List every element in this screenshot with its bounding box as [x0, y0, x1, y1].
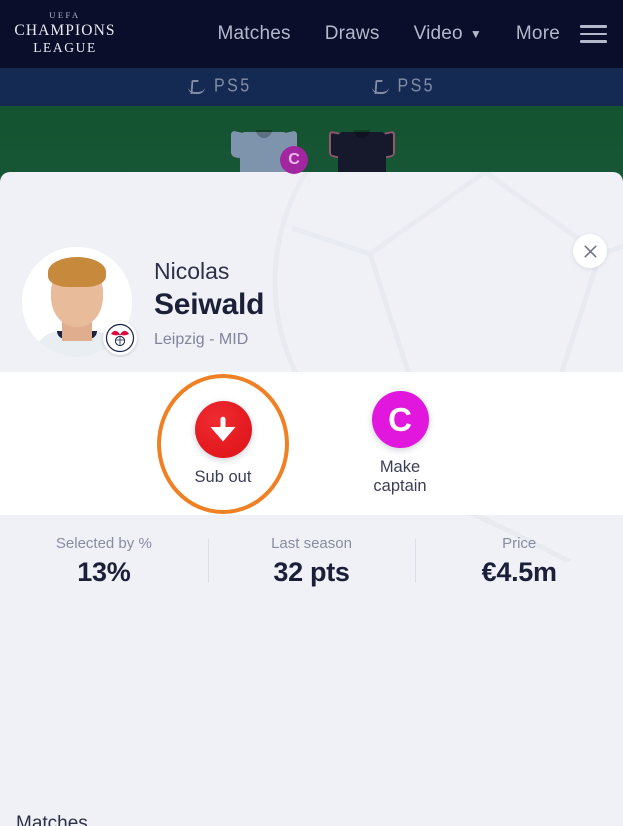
make-captain-label: Make captain	[373, 458, 426, 496]
logo-champions-text: CHAMPIONS	[14, 22, 116, 40]
player-actions-row: Sub out C Make captain	[0, 372, 623, 515]
player-first-name: Nicolas	[154, 258, 230, 285]
nav-item-video[interactable]: Video ▼	[414, 23, 482, 45]
stat-selected-by: Selected by % 13%	[0, 535, 208, 588]
sub-out-label: Sub out	[194, 467, 252, 486]
nav-links: Matches Draws Video ▼ More	[130, 23, 623, 45]
rb-leipzig-badge-icon	[103, 321, 137, 355]
matches-section: Matches TBC 19 Sep 19:45 TBC	[0, 813, 623, 826]
sub-out-circle	[194, 400, 252, 458]
stat-selected-by-value: 13%	[77, 556, 131, 587]
hamburger-bar	[580, 40, 607, 43]
uefa-champions-league-logo[interactable]: UEFA CHAMPIONS LEAGUE	[0, 0, 130, 68]
player-detail-screen: UEFA CHAMPIONS LEAGUE Matches Draws Vide…	[0, 0, 623, 826]
chevron-down-icon: ▼	[469, 27, 482, 41]
hamburger-menu-icon[interactable]	[580, 25, 607, 43]
playstation-icon	[188, 80, 207, 95]
ps5-label: PS5	[214, 76, 252, 97]
close-button[interactable]	[573, 234, 607, 268]
sub-out-button[interactable]: Sub out	[157, 373, 289, 514]
captain-c-icon: C	[388, 401, 412, 439]
ps5-logo[interactable]: PS5	[188, 76, 252, 97]
nav-item-matches[interactable]: Matches	[218, 23, 291, 45]
player-avatar	[22, 247, 137, 357]
nav-item-more-label: More	[515, 23, 560, 44]
stat-selected-by-label: Selected by %	[55, 534, 152, 552]
make-captain-label-line2: captain	[373, 477, 427, 495]
player-hair	[48, 257, 106, 287]
playstation-icon	[371, 80, 391, 95]
player-detail-card: Nicolas Seiwald Leipzig - MID Sub out C	[0, 172, 623, 826]
logo-uefa-text: UEFA	[49, 11, 81, 21]
pitch-captain-badge: C	[280, 146, 308, 174]
ps5-label: PS5	[397, 76, 435, 97]
player-header: Nicolas Seiwald Leipzig - MID	[0, 172, 623, 372]
make-captain-button[interactable]: C Make captain	[371, 391, 429, 496]
make-captain-label-line1: Make	[379, 458, 421, 477]
nav-item-draws-label: Draws	[324, 23, 380, 44]
captain-circle: C	[371, 391, 429, 449]
ps5-logo[interactable]: PS5	[371, 76, 435, 97]
stat-price: Price €4.5m	[415, 535, 623, 588]
nav-item-more[interactable]: More	[516, 23, 560, 45]
nav-item-draws[interactable]: Draws	[325, 23, 380, 45]
nav-item-matches-label: Matches	[217, 23, 291, 44]
hamburger-bar	[580, 25, 607, 28]
player-stats-row: Selected by % 13% Last season 32 pts Pri…	[0, 515, 623, 607]
stat-last-season: Last season 32 pts	[208, 535, 416, 588]
down-arrow-icon	[210, 416, 236, 442]
sponsor-banner: PS5 PS5	[0, 68, 623, 106]
close-icon	[583, 244, 597, 258]
logo-league-text: LEAGUE	[33, 40, 97, 56]
player-name-block: Nicolas Seiwald Leipzig - MID	[154, 257, 265, 348]
matches-section-title: Matches	[16, 813, 88, 826]
stat-last-season-value: 32 pts	[273, 556, 350, 587]
nav-item-video-label: Video	[413, 23, 463, 44]
top-navigation-bar: UEFA CHAMPIONS LEAGUE Matches Draws Vide…	[0, 0, 623, 68]
hamburger-bar	[580, 32, 607, 36]
stat-price-value: €4.5m	[481, 556, 557, 587]
player-last-name: Seiwald	[154, 288, 265, 322]
stat-last-season-label: Last season	[271, 534, 352, 552]
player-team-position: Leipzig - MID	[154, 330, 249, 348]
stat-price-label: Price	[502, 534, 537, 552]
